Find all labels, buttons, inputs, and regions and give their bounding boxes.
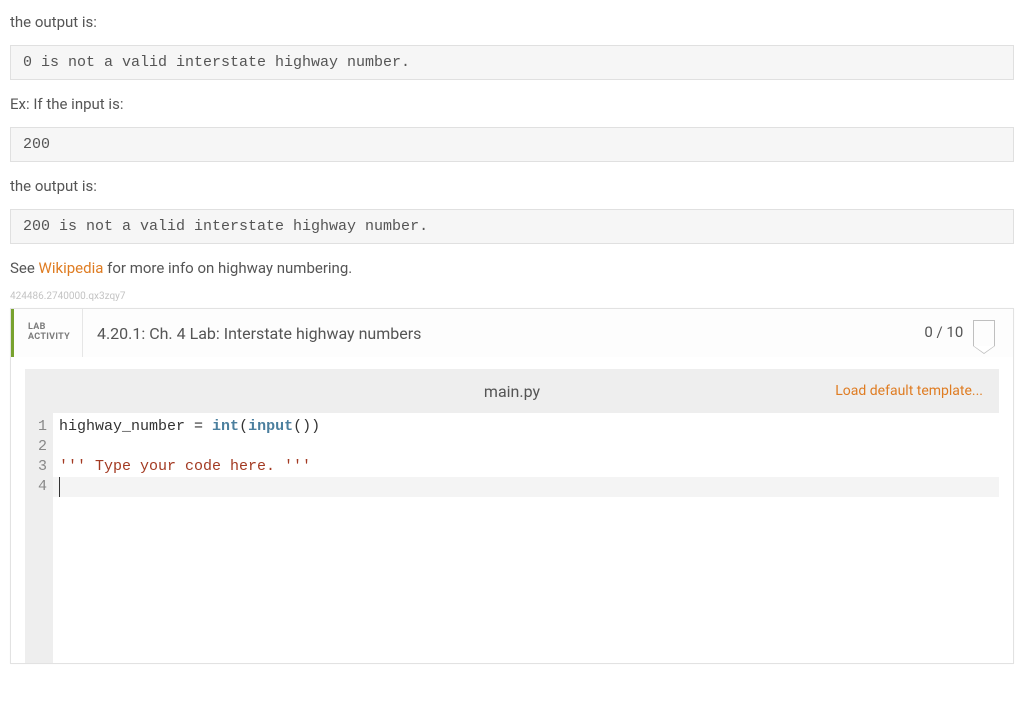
code-editor[interactable]: 1 2 3 4 highway_number = int(input()) ''… bbox=[25, 413, 999, 663]
see-after: for more info on highway numbering. bbox=[103, 259, 352, 277]
input-label: Ex: If the input is: bbox=[10, 94, 1014, 115]
load-default-template-link[interactable]: Load default template... bbox=[835, 383, 983, 399]
lab-score-text: 0 / 10 bbox=[924, 323, 963, 341]
cursor-icon bbox=[59, 477, 60, 497]
token: ''' Type your code here. ''' bbox=[59, 458, 311, 475]
code-line[interactable] bbox=[59, 477, 999, 497]
wikipedia-link[interactable]: Wikipedia bbox=[39, 259, 104, 277]
token: int bbox=[212, 418, 239, 435]
gutter-line: 4 bbox=[25, 477, 47, 497]
token: highway_number bbox=[59, 418, 185, 435]
lab-title: 4.20.1: Ch. 4 Lab: Interstate highway nu… bbox=[83, 324, 924, 343]
code-lines[interactable]: highway_number = int(input()) ''' Type y… bbox=[53, 413, 999, 663]
gutter-line: 1 bbox=[25, 417, 47, 437]
editor-tabbar: main.py Load default template... bbox=[25, 369, 999, 413]
input-example: 200 bbox=[10, 127, 1014, 162]
code-line[interactable]: ''' Type your code here. ''' bbox=[59, 457, 999, 477]
token: input bbox=[248, 418, 293, 435]
lab-activity-line2: ACTIVITY bbox=[28, 333, 70, 343]
token: ( bbox=[239, 418, 248, 435]
gutter-line: 3 bbox=[25, 457, 47, 477]
see-before: See bbox=[10, 259, 39, 277]
lab-score: 0 / 10 bbox=[924, 320, 1013, 346]
score-badge-icon bbox=[973, 320, 995, 346]
output-example-2: 200 is not a valid interstate highway nu… bbox=[10, 209, 1014, 244]
see-more-text: See Wikipedia for more info on highway n… bbox=[10, 258, 1014, 279]
output-label-1: the output is: bbox=[10, 12, 1014, 33]
lab-header: LAB ACTIVITY 4.20.1: Ch. 4 Lab: Intersta… bbox=[11, 309, 1013, 357]
meta-id: 424486.2740000.qx3zqy7 bbox=[10, 291, 1014, 302]
token: ()) bbox=[293, 418, 320, 435]
lab-activity-label: LAB ACTIVITY bbox=[14, 309, 83, 357]
output-example-1: 0 is not a valid interstate highway numb… bbox=[10, 45, 1014, 80]
code-line[interactable] bbox=[59, 437, 999, 457]
token: = bbox=[185, 418, 212, 435]
editor-area: main.py Load default template... 1 2 3 4… bbox=[11, 357, 1013, 663]
code-line[interactable]: highway_number = int(input()) bbox=[59, 417, 999, 437]
editor-gutter: 1 2 3 4 bbox=[25, 413, 53, 663]
gutter-line: 2 bbox=[25, 437, 47, 457]
output-label-2: the output is: bbox=[10, 176, 1014, 197]
lab-panel: LAB ACTIVITY 4.20.1: Ch. 4 Lab: Intersta… bbox=[10, 308, 1014, 664]
